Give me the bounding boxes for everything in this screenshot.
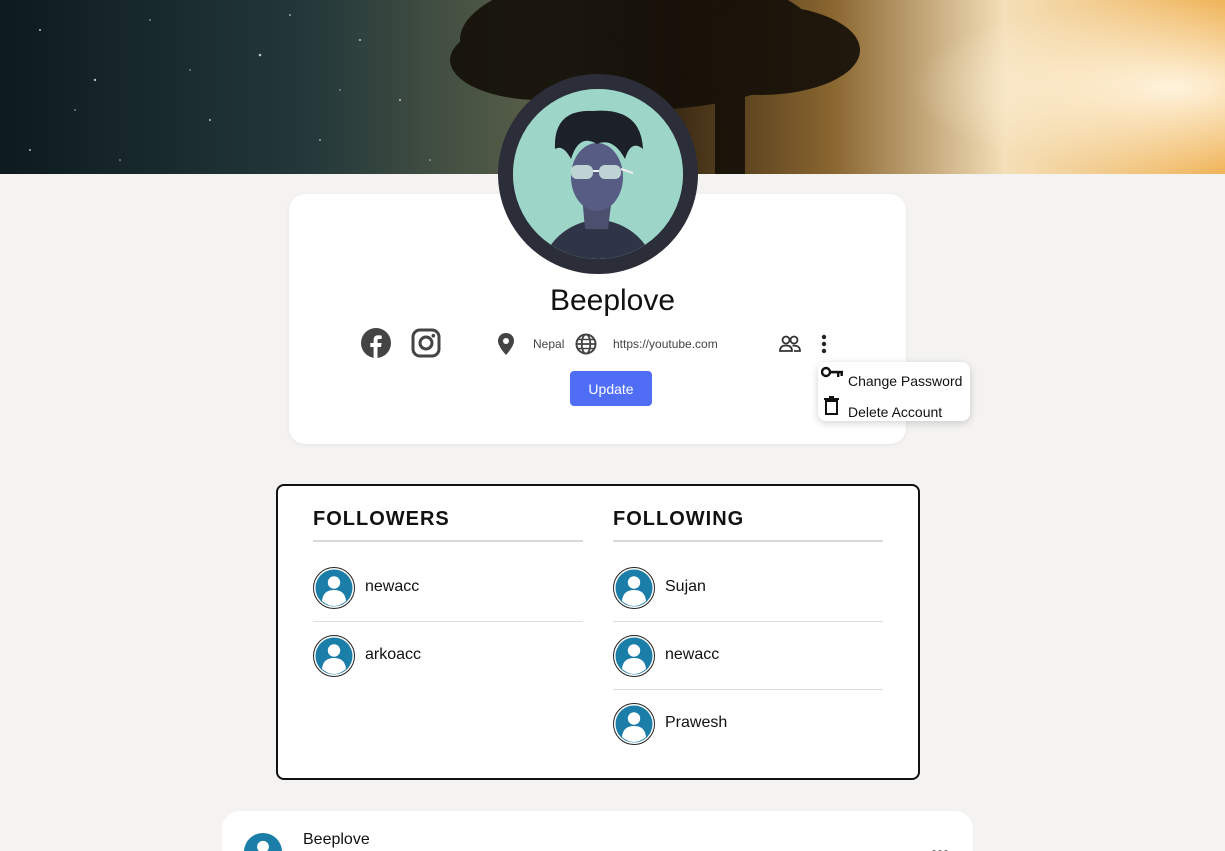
list-item[interactable]: Prawesh	[613, 690, 883, 758]
list-item[interactable]: newacc	[613, 622, 883, 690]
user-avatar-icon	[613, 567, 655, 614]
list-item[interactable]: newacc	[313, 554, 583, 622]
user-avatar-icon[interactable]	[243, 832, 283, 851]
profile-avatar[interactable]	[498, 74, 698, 274]
globe-icon	[575, 333, 597, 360]
trash-icon	[824, 396, 839, 420]
post-author[interactable]: Beeplove	[303, 831, 370, 849]
profile-name: Beeplove	[549, 284, 676, 317]
followers-title: FOLLOWERS	[313, 508, 450, 530]
key-icon	[820, 365, 843, 384]
user-name: newacc	[365, 578, 420, 595]
instagram-icon[interactable]	[411, 328, 441, 363]
user-name: Prawesh	[665, 714, 728, 731]
location-pin-icon	[497, 333, 515, 360]
user-avatar-icon	[613, 703, 655, 750]
user-name: newacc	[665, 646, 720, 663]
profile-page: Beeplove Nepal https://youtube.com Updat…	[0, 0, 1225, 851]
update-button[interactable]: Update	[570, 371, 652, 406]
facebook-icon[interactable]	[361, 328, 391, 363]
post-card: Beeplove	[222, 811, 973, 851]
delete-account-label: Delete Account	[848, 404, 943, 420]
delete-account-item[interactable]: Delete Account	[818, 393, 970, 421]
change-password-item[interactable]: Change Password	[818, 362, 970, 390]
user-avatar-icon	[313, 635, 355, 682]
change-password-label: Change Password	[848, 373, 963, 389]
more-vertical-icon[interactable]	[820, 334, 828, 359]
user-avatar-icon	[613, 635, 655, 682]
more-horizontal-icon[interactable]	[931, 842, 949, 851]
people-icon[interactable]	[779, 335, 801, 358]
following-title: FOLLOWING	[613, 508, 745, 530]
follow-panel: FOLLOWERS newacc arkoacc FOLLOWING Sujan…	[276, 484, 920, 780]
list-item[interactable]: arkoacc	[313, 622, 583, 690]
list-item[interactable]: Sujan	[613, 554, 883, 622]
settings-menu: Change Password Delete Account	[818, 362, 970, 421]
location-text: Nepal	[533, 337, 565, 351]
website-link[interactable]: https://youtube.com	[613, 337, 718, 351]
user-name: Sujan	[665, 578, 706, 595]
user-avatar-icon	[313, 567, 355, 614]
user-name: arkoacc	[365, 646, 422, 663]
